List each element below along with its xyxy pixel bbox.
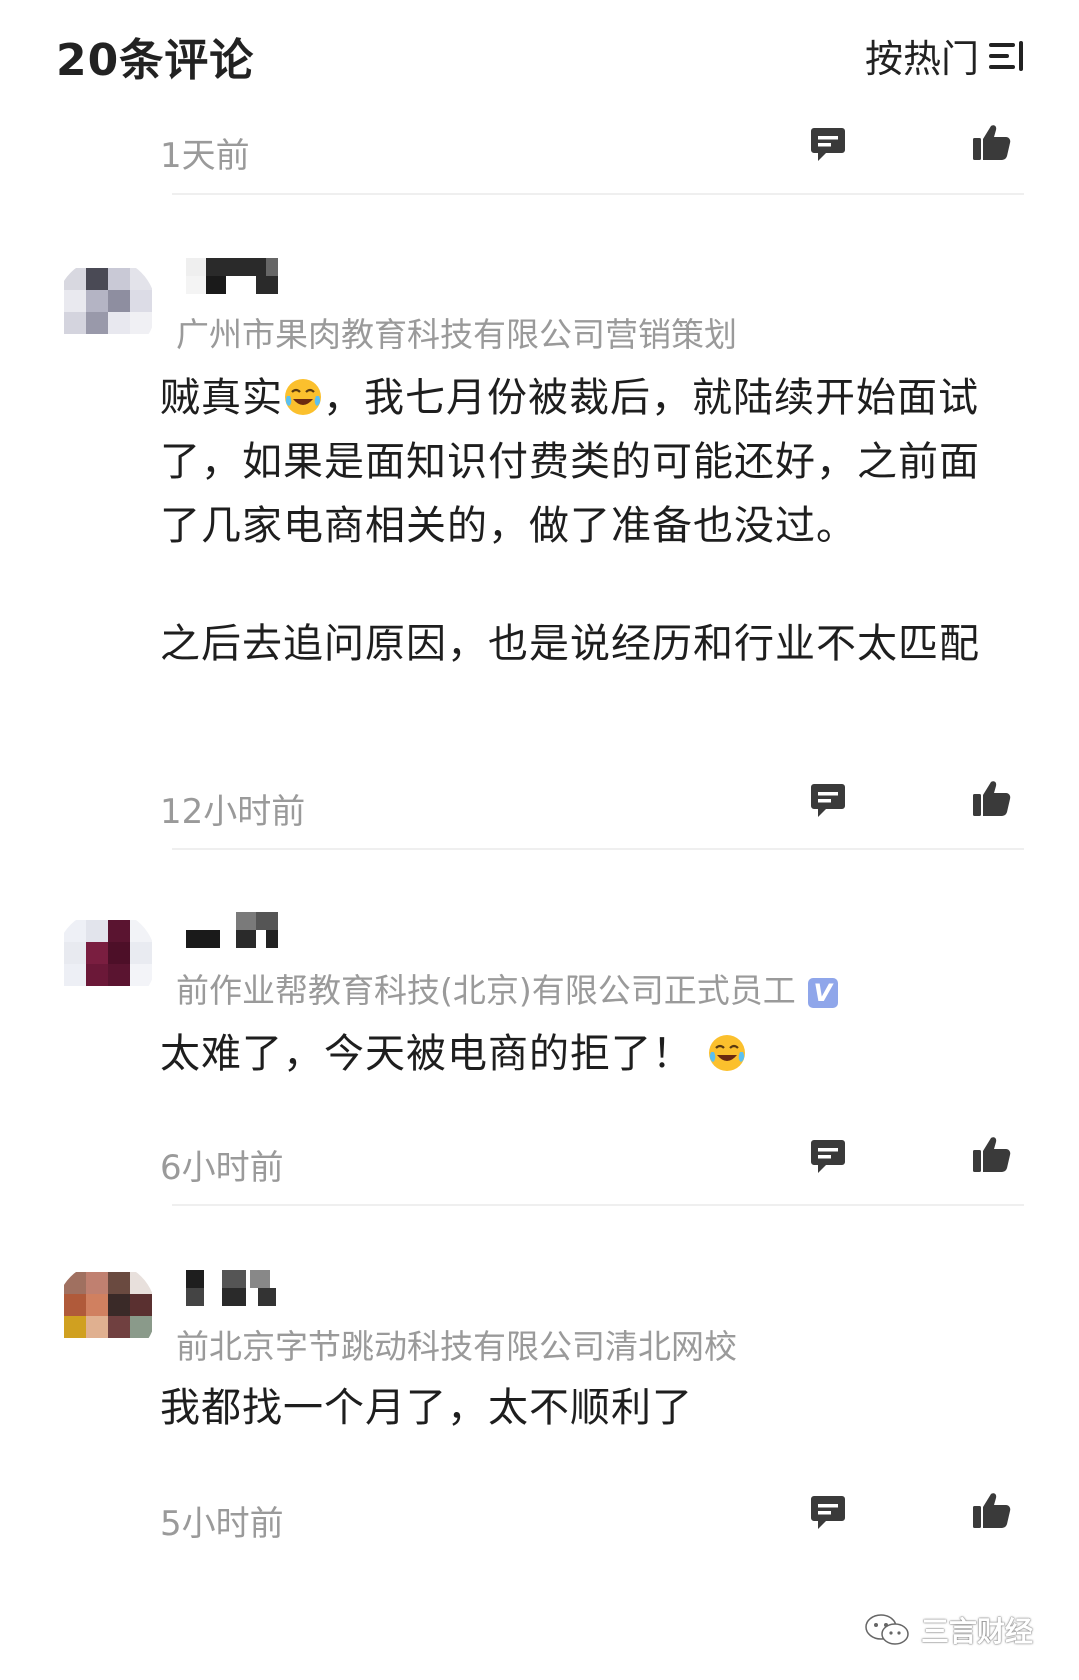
comment-time: 5小时前 — [160, 1504, 284, 1544]
user-company: 广州市果肉教育科技有限公司营销策划 — [176, 315, 737, 354]
thumbs-up-icon[interactable] — [972, 1134, 1012, 1174]
reply-icon[interactable] — [810, 780, 846, 820]
comment-paragraph: 之后去追问原因，也是说经历和行业不太匹配 — [160, 621, 980, 667]
avatar[interactable] — [56, 1262, 156, 1362]
thumbs-up-icon[interactable] — [972, 122, 1012, 162]
comments-header: 20条评论 按热门 — [0, 0, 1079, 110]
user-company: 前作业帮教育科技(北京)有限公司正式员工 V — [176, 964, 838, 1012]
comment-text: 太难了，今天被电商的拒了！ — [160, 1022, 1020, 1086]
comment-meta-row: 1天前 — [160, 120, 1020, 180]
thumbs-up-icon[interactable] — [972, 778, 1012, 818]
divider — [172, 1204, 1024, 1206]
avatar[interactable] — [56, 910, 156, 1010]
comment-time: 6小时前 — [160, 1148, 284, 1188]
watermark: 三言财经 — [863, 1610, 1033, 1650]
reply-icon[interactable] — [810, 1136, 846, 1176]
reply-icon[interactable] — [810, 124, 846, 164]
comment-text: 我都找一个月了，太不顺利了 — [160, 1385, 693, 1431]
username-blurred[interactable] — [186, 258, 296, 294]
sort-icon — [989, 39, 1023, 73]
divider — [172, 848, 1024, 850]
username-blurred[interactable] — [186, 1270, 296, 1306]
verified-badge-icon: V — [807, 977, 838, 1008]
avatar[interactable] — [56, 258, 156, 358]
tears-of-joy-emoji-icon — [285, 379, 321, 415]
reply-icon[interactable] — [810, 1492, 846, 1532]
username-blurred[interactable] — [186, 912, 296, 948]
comment-meta-row: 12小时前 — [160, 776, 1020, 836]
comment-text-part: 贼真实 — [160, 375, 283, 421]
divider — [172, 193, 1024, 195]
comment-meta-row: 5小时前 — [160, 1488, 1020, 1548]
comment-text: 贼真实 ，我七月份被裁后，就陆续开始面试了，如果是面知识付费类的可能还好，之前面… — [160, 366, 1020, 676]
comment-text-part: 太难了，今天被电商的拒了！ — [160, 1031, 693, 1077]
thumbs-up-icon[interactable] — [972, 1490, 1012, 1530]
watermark-text: 三言财经 — [920, 1615, 1033, 1648]
comment-meta-row: 6小时前 — [160, 1132, 1020, 1192]
wechat-icon — [865, 1614, 909, 1645]
sort-label: 按热门 — [864, 37, 979, 81]
comment-time: 1天前 — [160, 136, 250, 176]
user-company: 前北京字节跳动科技有限公司清北网校 — [176, 1327, 737, 1366]
tears-of-joy-emoji-icon — [708, 1035, 745, 1071]
sort-toggle[interactable]: 按热门 — [865, 28, 1023, 83]
user-company-text: 前作业帮教育科技(北京)有限公司正式员工 — [176, 971, 796, 1010]
comment-time: 12小时前 — [160, 792, 306, 832]
comment-count-title: 20条评论 — [56, 35, 255, 86]
